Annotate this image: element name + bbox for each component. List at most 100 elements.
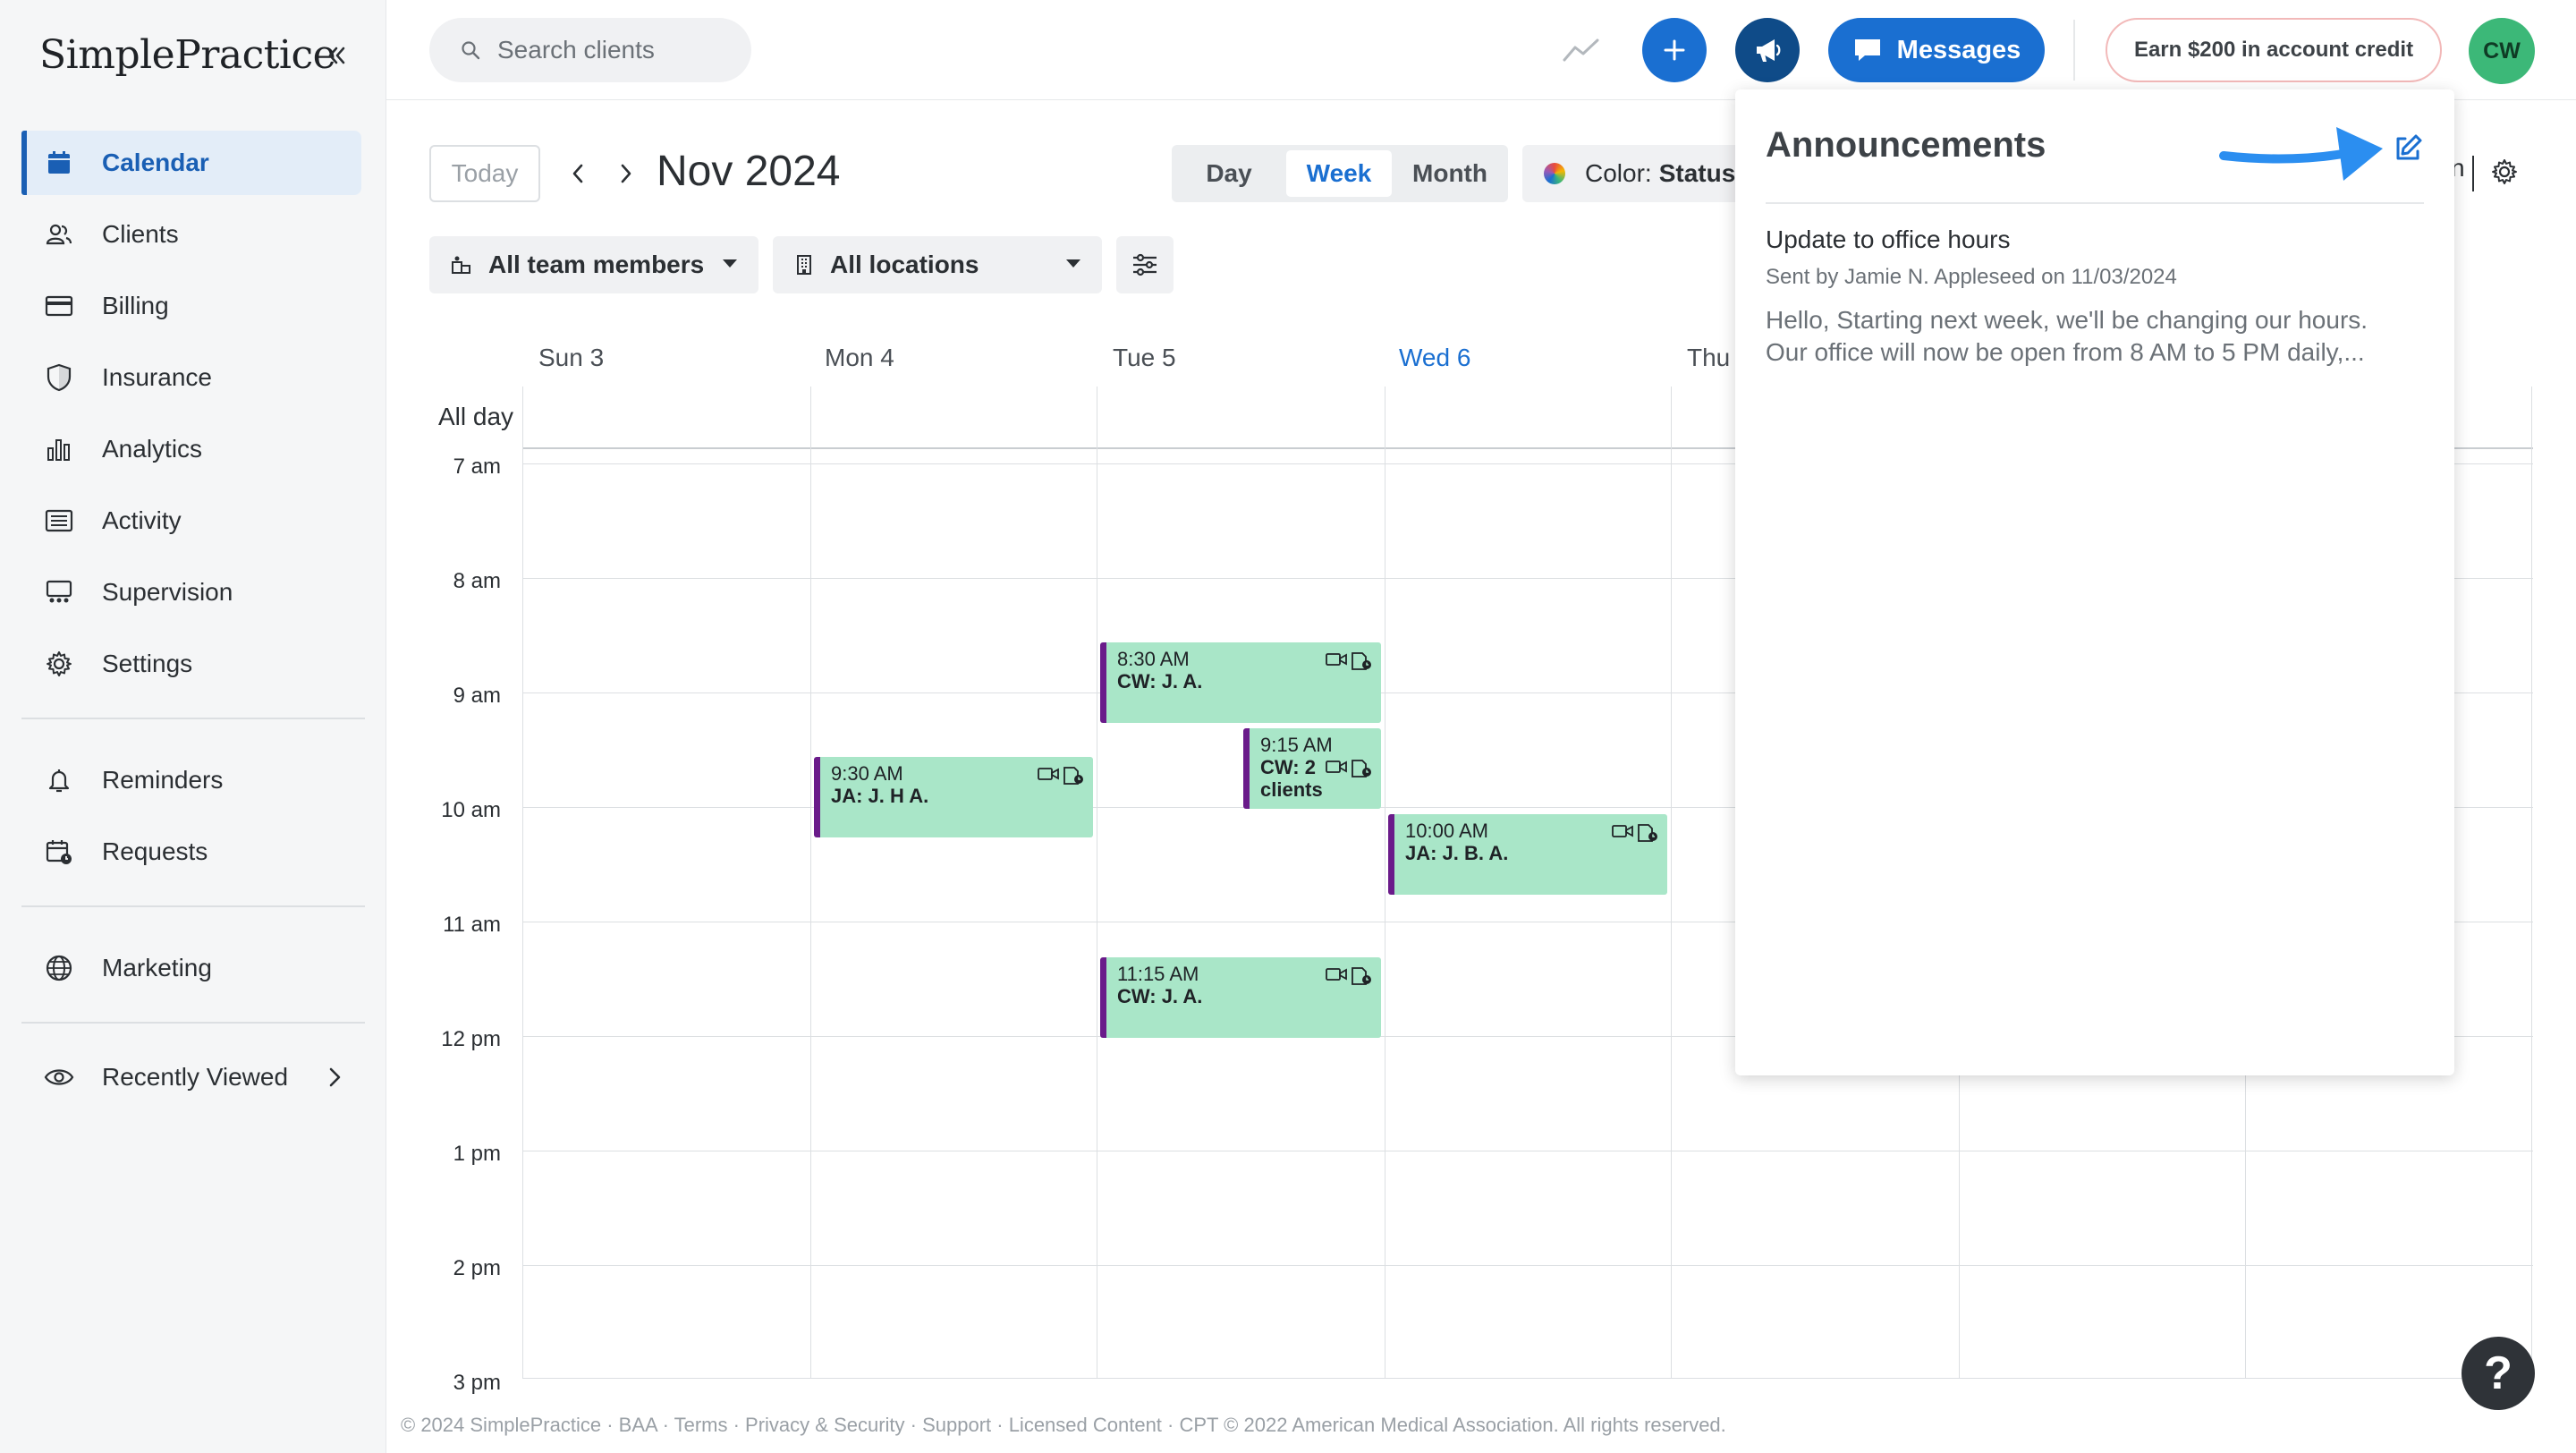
chevron-left-icon: [572, 164, 583, 183]
appointment-event[interactable]: 9:30 AM JA: J. H A.: [814, 757, 1093, 837]
color-value: Status: [1658, 159, 1736, 187]
time-label: 12 pm: [441, 1027, 501, 1051]
sidebar-item-analytics[interactable]: Analytics: [21, 417, 361, 481]
event-client: JA: J. H A.: [831, 785, 929, 807]
megaphone-icon: [1757, 39, 1781, 62]
bell-icon: [43, 764, 75, 796]
sidebar-item-requests[interactable]: Requests: [21, 820, 361, 884]
day-header-tue[interactable]: Tue 5: [1113, 344, 1176, 372]
sidebar-item-supervision[interactable]: Supervision: [21, 560, 361, 625]
announcement-title[interactable]: Update to office hours: [1766, 225, 2010, 254]
view-toggle: Day Week Month: [1172, 145, 1508, 202]
sidebar-item-label: Insurance: [102, 363, 212, 391]
next-week-button[interactable]: [612, 157, 640, 190]
sidebar-item-clients[interactable]: Clients: [21, 202, 361, 267]
sidebar-item-label: Settings: [102, 650, 193, 677]
sliders-icon: [1133, 253, 1157, 276]
calendar-settings-button[interactable]: [2485, 152, 2524, 191]
day-header-thu[interactable]: Thu: [1687, 344, 1730, 372]
time-label: 11 am: [443, 913, 501, 937]
day-header-wed[interactable]: Wed 6: [1399, 344, 1470, 372]
announcements-divider: [1766, 202, 2424, 204]
appointment-event[interactable]: 10:00 AM JA: J. B. A.: [1388, 814, 1667, 895]
sidebar-item-activity[interactable]: Activity: [21, 489, 361, 553]
announcements-button[interactable]: [1735, 18, 1800, 82]
team-filter-label: All team members: [488, 251, 705, 278]
view-day-button[interactable]: Day: [1177, 150, 1281, 197]
sidebar-item-marketing[interactable]: Marketing: [21, 936, 361, 1000]
team-members-dropdown[interactable]: All team members: [429, 236, 758, 293]
appointment-event[interactable]: 8:30 AM CW: J. A.: [1100, 642, 1381, 723]
hour-line: [522, 1378, 2533, 1379]
top-bar: Search clients Messages Earn $200 in acc…: [386, 0, 2576, 100]
view-week-button[interactable]: Week: [1286, 150, 1392, 197]
day-header-sun[interactable]: Sun 3: [538, 344, 604, 372]
gear-icon: [43, 648, 75, 680]
list-icon: [43, 505, 75, 537]
sidebar-item-settings[interactable]: Settings: [21, 632, 361, 696]
sidebar-item-reminders[interactable]: Reminders: [21, 748, 361, 812]
previous-week-button[interactable]: [564, 157, 592, 190]
caret-down-icon: [723, 259, 737, 268]
note-icon: [1063, 767, 1083, 785]
logo-text: SimplePractice: [39, 32, 336, 78]
calendar-request-icon: [43, 836, 75, 868]
sidebar-item-billing[interactable]: Billing: [21, 274, 361, 338]
day-header-mon[interactable]: Mon 4: [825, 344, 894, 372]
announcement-meta: Sent by Jamie N. Appleseed on 11/03/2024: [1766, 265, 2177, 289]
sidebar-divider: [21, 905, 365, 907]
note-icon: [1352, 652, 1371, 670]
note-icon: [1352, 760, 1371, 777]
building-icon: [794, 254, 814, 276]
double-chevron-left-icon: [328, 47, 345, 64]
user-avatar[interactable]: CW: [2469, 18, 2535, 84]
plus-icon: [1664, 39, 1685, 61]
sidebar-item-calendar[interactable]: Calendar: [21, 131, 361, 195]
caret-down-icon: [1066, 259, 1080, 268]
column-line: [1671, 387, 1672, 1378]
column-line: [2531, 387, 2532, 1378]
video-icon: [1038, 768, 1059, 780]
sidebar-item-label: Supervision: [102, 578, 233, 606]
appointment-event[interactable]: 11:15 AM CW: J. A.: [1100, 957, 1381, 1038]
column-line: [522, 387, 523, 1378]
sidebar-item-label: Requests: [102, 837, 208, 865]
appointment-event[interactable]: 9:15 AM CW: 2 clients: [1243, 728, 1381, 809]
messages-button[interactable]: Messages: [1828, 18, 2045, 82]
help-button[interactable]: ?: [2462, 1337, 2535, 1410]
event-client: JA: J. B. A.: [1405, 842, 1509, 864]
search-placeholder: Search clients: [497, 36, 655, 64]
note-icon: [1638, 824, 1657, 842]
time-label: 9 am: [453, 684, 501, 708]
toolbar-divider: [2472, 156, 2474, 191]
avatar-initials: CW: [2483, 38, 2521, 64]
today-button[interactable]: Today: [429, 145, 540, 202]
collapse-sidebar-button[interactable]: [320, 39, 352, 72]
filter-settings-button[interactable]: [1116, 236, 1174, 293]
insights-button[interactable]: [1560, 29, 1603, 72]
edit-icon: [2396, 134, 2422, 160]
color-by-dropdown[interactable]: Color: Status: [1522, 145, 1746, 202]
sidebar-item-label: Calendar: [102, 149, 209, 176]
earn-credit-button[interactable]: Earn $200 in account credit: [2106, 18, 2442, 82]
create-new-button[interactable]: [1642, 18, 1707, 82]
simplepractice-logo[interactable]: SimplePractice: [39, 32, 336, 78]
sidebar: SimplePractice Calendar Clients Billing …: [0, 0, 386, 1453]
chevron-right-icon: [621, 164, 631, 183]
eye-icon: [43, 1061, 75, 1093]
sidebar-item-label: Recently Viewed: [102, 1063, 289, 1091]
view-month-button[interactable]: Month: [1397, 150, 1503, 197]
sidebar-divider: [21, 1022, 365, 1024]
sidebar-item-recently-viewed[interactable]: Recently Viewed: [21, 1045, 361, 1109]
month-title: Nov 2024: [657, 148, 841, 195]
locations-dropdown[interactable]: All locations: [773, 236, 1102, 293]
sidebar-item-label: Activity: [102, 506, 182, 534]
sidebar-item-insurance[interactable]: Insurance: [21, 345, 361, 410]
footer-legal: © 2024 SimplePractice · BAA · Terms · Pr…: [401, 1414, 1726, 1436]
time-label: 7 am: [453, 455, 501, 479]
announcement-body: Hello, Starting next week, we'll be chan…: [1766, 304, 2428, 369]
annotation-arrow-icon: [2219, 127, 2383, 181]
search-clients-input[interactable]: Search clients: [429, 18, 751, 82]
compose-announcement-button[interactable]: [2388, 129, 2428, 168]
search-icon: [460, 39, 481, 61]
